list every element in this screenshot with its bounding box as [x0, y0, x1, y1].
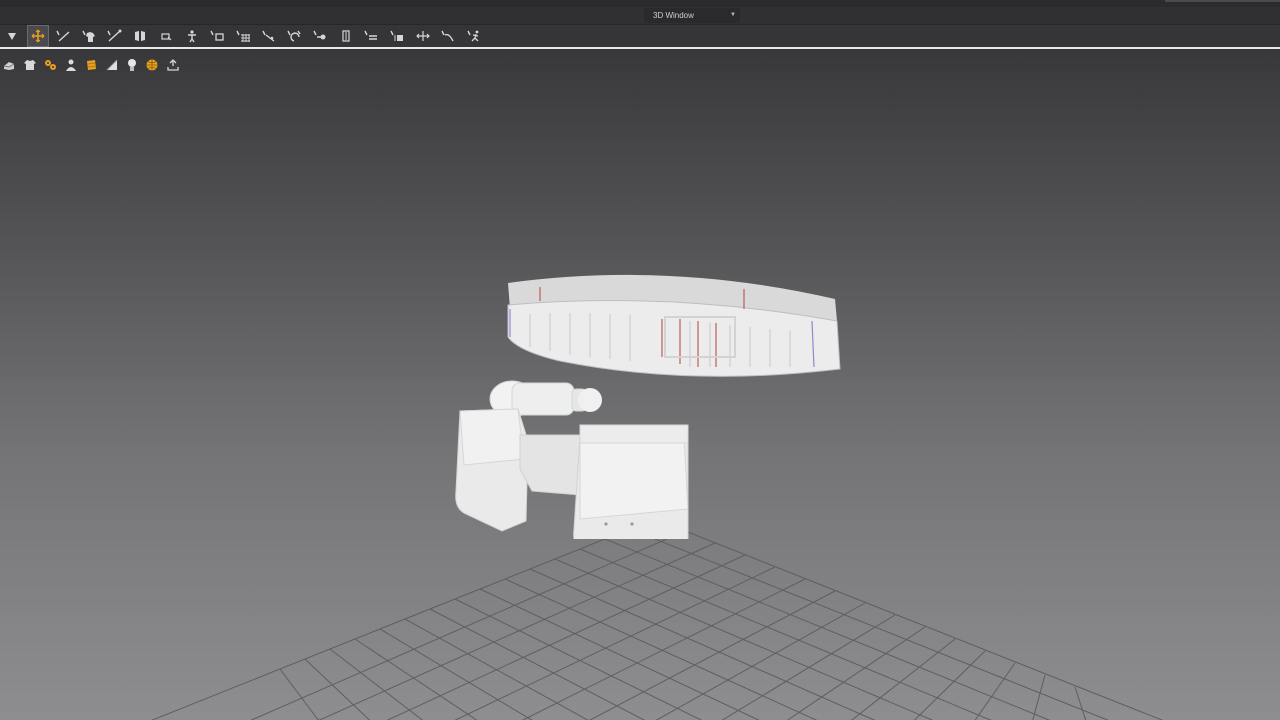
select-mesh-icon[interactable] [2, 26, 22, 46]
topstitch-icon[interactable] [387, 26, 407, 46]
environment-icon[interactable] [143, 56, 161, 74]
show-avatar-icon[interactable] [62, 56, 80, 74]
window-titlebar: 3D Window ▼ [0, 7, 1280, 25]
lighting-icon[interactable] [123, 56, 141, 74]
mesh-grid-icon[interactable] [233, 26, 253, 46]
main-toolbar [0, 25, 1280, 47]
animation-icon[interactable] [464, 26, 484, 46]
pin-icon[interactable] [284, 26, 304, 46]
garment-fit-icon[interactable] [79, 26, 99, 46]
export-icon[interactable] [164, 56, 182, 74]
trim-icon[interactable] [310, 26, 330, 46]
chevron-down-icon: ▼ [730, 12, 736, 18]
garment-texture-icon[interactable] [21, 56, 39, 74]
puckering-icon[interactable] [413, 26, 433, 46]
render-style-icon[interactable] [103, 56, 121, 74]
sewing-icon[interactable] [207, 26, 227, 46]
show-pins-icon[interactable] [41, 56, 59, 74]
window-title: 3D Window [653, 11, 694, 20]
measure-icon[interactable] [259, 26, 279, 46]
transform-pattern-icon[interactable] [27, 25, 49, 47]
edit-pattern-icon[interactable] [53, 26, 73, 46]
zipper-icon[interactable] [361, 26, 381, 46]
avatar-texture-icon[interactable] [82, 56, 100, 74]
button-icon[interactable] [336, 26, 356, 46]
fold-arrangement-icon[interactable] [156, 26, 176, 46]
top-strip [0, 0, 1280, 7]
strap-icon[interactable] [438, 26, 458, 46]
avatar-pose-icon[interactable] [182, 26, 202, 46]
show-3d-garment-icon[interactable] [0, 56, 18, 74]
garment-belt-model[interactable] [440, 269, 860, 539]
tack-icon[interactable] [130, 26, 150, 46]
window-title-dropdown[interactable]: 3D Window ▼ [644, 8, 740, 23]
3d-viewport[interactable] [0, 49, 1280, 720]
edit-curvature-icon[interactable] [104, 26, 124, 46]
top-strip-corner [1165, 0, 1280, 2]
